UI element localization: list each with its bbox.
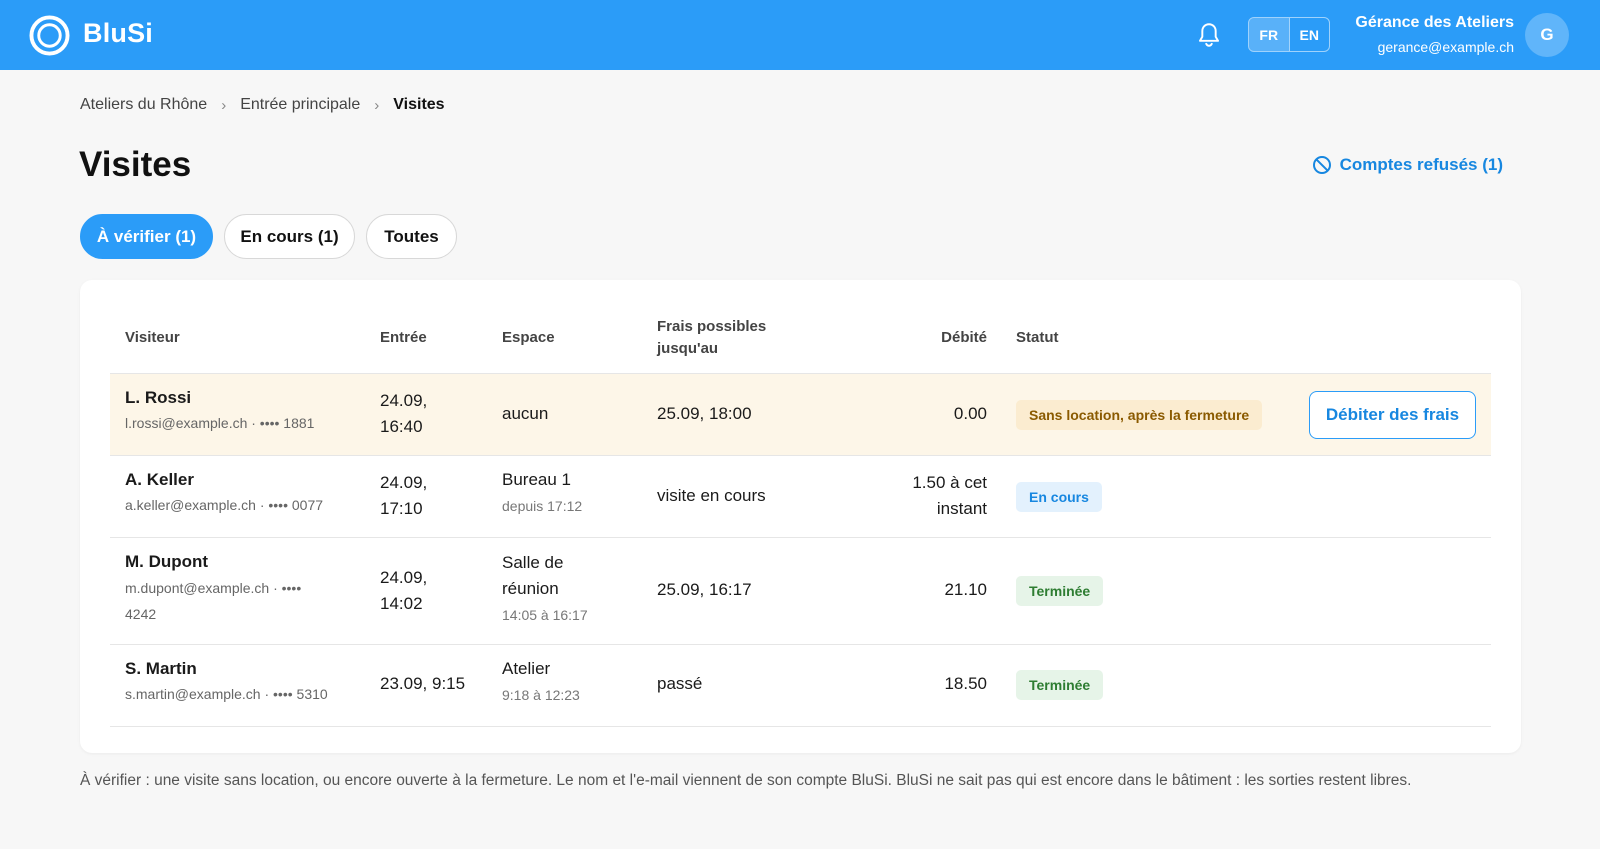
status-badge: En cours xyxy=(1016,482,1102,512)
visits-table: Visiteur Entrée Espace Frais possibles j… xyxy=(80,280,1521,753)
blusi-logo-icon[interactable] xyxy=(29,15,70,56)
tab-in-progress[interactable]: En cours (1) xyxy=(224,214,355,259)
space-name: aucun xyxy=(502,404,549,423)
chevron-right-icon: › xyxy=(374,96,380,114)
breadcrumb-item-entrance[interactable]: Entrée principale xyxy=(240,96,360,114)
tab-to-verify[interactable]: À vérifier (1) xyxy=(80,214,213,259)
status-badge: Terminée xyxy=(1016,576,1104,606)
visitor-meta-line1: m.dupont@example.ch · •••• xyxy=(125,580,302,596)
charge-fees-button[interactable]: Débiter des frais xyxy=(1309,391,1476,439)
column-header-fees-until: Frais possibles jusqu'au xyxy=(657,316,766,360)
lang-fr-button[interactable]: FR xyxy=(1249,18,1290,51)
filter-tabs: À vérifier (1) En cours (1) Toutes xyxy=(80,214,468,259)
space-name: Bureau 1 xyxy=(502,470,571,489)
entry-date: 24.09, xyxy=(380,473,428,492)
language-switcher: FR EN xyxy=(1248,17,1330,52)
footnote: À vérifier : une visite sans location, o… xyxy=(80,772,1412,789)
entry-time: 24.09, 16:40 xyxy=(380,388,427,440)
table-row: L. Rossi l.rossi@example.ch · •••• 1881 … xyxy=(110,374,1491,456)
brand-name[interactable]: BluSi xyxy=(83,18,153,49)
fees-until: 25.09, 16:17 xyxy=(657,580,752,599)
space-name-line2: réunion xyxy=(502,579,559,598)
column-header-fees-line1: Frais possibles xyxy=(657,318,767,335)
user-email: gerance@example.ch xyxy=(1377,39,1514,55)
space-time: 9:18 à 12:23 xyxy=(502,687,580,703)
breadcrumb-item-building[interactable]: Ateliers du Rhône xyxy=(80,96,207,114)
visitor-name: M. Dupont xyxy=(125,552,209,571)
table-row: M. Dupont m.dupont@example.ch · •••• 424… xyxy=(110,538,1491,645)
column-header-status: Statut xyxy=(1016,329,1059,346)
avatar[interactable]: G xyxy=(1525,13,1569,57)
breadcrumb: Ateliers du Rhône › Entrée principale › … xyxy=(80,96,445,114)
table-row: A. Keller a.keller@example.ch · •••• 007… xyxy=(110,456,1491,538)
column-header-entry: Entrée xyxy=(380,329,427,346)
fees-until: passé xyxy=(657,674,703,693)
column-header-space: Espace xyxy=(502,329,555,346)
visitor-name: L. Rossi xyxy=(125,388,192,407)
visitor-meta: a.keller@example.ch · •••• 0077 xyxy=(125,497,324,513)
bell-icon[interactable] xyxy=(1196,21,1222,49)
visitor-meta-line2: 4242 xyxy=(125,606,157,622)
visitor-meta: l.rossi@example.ch · •••• 1881 xyxy=(125,415,315,431)
visitor-name: A. Keller xyxy=(125,470,194,489)
visitor-meta: m.dupont@example.ch · •••• 4242 xyxy=(125,575,301,627)
block-icon xyxy=(1312,156,1331,174)
refused-accounts-link[interactable]: Comptes refusés (1) xyxy=(1312,155,1503,175)
charged-amount: 1.50 à cet instant xyxy=(870,470,987,522)
fees-until: visite en cours xyxy=(657,486,766,505)
top-bar: BluSi FR EN Gérance des Ateliers gerance… xyxy=(0,0,1600,70)
visitor-meta: s.martin@example.ch · •••• 5310 xyxy=(125,686,328,702)
page-title: Visites xyxy=(79,145,192,184)
status-badge: Sans location, après la fermeture xyxy=(1016,400,1263,430)
entry-time: 24.09, 17:10 xyxy=(380,470,427,522)
entry-time: 23.09, 9:15 xyxy=(380,674,466,693)
charged-amount: 18.50 xyxy=(944,674,987,693)
entry-hour: 17:10 xyxy=(380,499,423,518)
column-header-visitor: Visiteur xyxy=(125,329,180,346)
space-name: Atelier xyxy=(502,659,551,678)
breadcrumb-item-current: Visites xyxy=(393,96,445,113)
status-badge: Terminée xyxy=(1016,670,1104,700)
space-time: depuis 17:12 xyxy=(502,498,583,514)
space-name: Salle de réunion xyxy=(502,550,563,602)
entry-hour: 16:40 xyxy=(380,417,423,436)
charged-amount: 0.00 xyxy=(953,404,987,423)
charged-amount-line1: 1.50 à cet xyxy=(912,473,987,492)
charged-amount: 21.10 xyxy=(944,580,987,599)
space-time: 14:05 à 16:17 xyxy=(502,607,588,623)
entry-date: 24.09, xyxy=(380,568,428,587)
tab-all[interactable]: Toutes xyxy=(366,214,457,259)
column-header-fees-line2: jusqu'au xyxy=(657,340,719,357)
entry-date: 24.09, xyxy=(380,391,428,410)
table-row: S. Martin s.martin@example.ch · •••• 531… xyxy=(110,645,1491,727)
visitor-name: S. Martin xyxy=(125,659,197,678)
refused-accounts-label: Comptes refusés (1) xyxy=(1339,155,1503,174)
fees-until: 25.09, 18:00 xyxy=(657,404,752,423)
chevron-right-icon: › xyxy=(221,96,227,114)
space-name-line1: Salle de xyxy=(502,553,564,572)
charged-amount-line2: instant xyxy=(936,499,987,518)
lang-en-button[interactable]: EN xyxy=(1290,18,1330,51)
entry-time: 24.09, 14:02 xyxy=(380,565,427,617)
user-name: Gérance des Ateliers xyxy=(1355,14,1514,31)
column-header-charged: Débité xyxy=(941,329,987,346)
entry-hour: 14:02 xyxy=(380,594,423,613)
